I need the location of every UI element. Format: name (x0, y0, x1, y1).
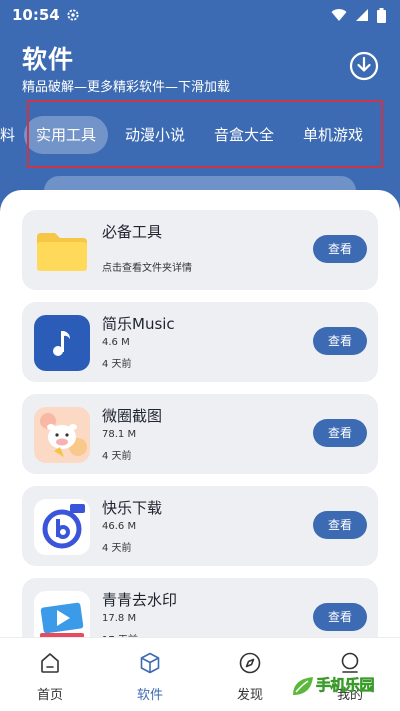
page-title: 软件 (22, 45, 75, 74)
app-update-time: 4 天前 (102, 543, 132, 554)
compass-icon (239, 652, 261, 674)
app-size: 78.1 M (102, 429, 137, 440)
app-row-happy-download[interactable]: 快乐下载 46.6 M 4 天前 查看 (22, 486, 378, 566)
view-button[interactable]: 查看 (313, 419, 367, 447)
nav-software[interactable]: 软件 (110, 638, 190, 711)
view-button[interactable]: 查看 (313, 327, 367, 355)
download-button[interactable] (348, 50, 380, 82)
cube-icon (140, 652, 160, 674)
nav-home[interactable]: 首页 (10, 638, 90, 711)
tab-partial[interactable]: 料 (0, 116, 15, 154)
app-list-card: 必备工具 点击查看文件夹详情 查看 简乐Music 4.6 M 4 天前 查看 (0, 190, 400, 711)
header: 软件 精品破解—更多精彩软件—下滑加载 (0, 34, 400, 104)
app-size: 4.6 M (102, 337, 130, 348)
view-button[interactable]: 查看 (313, 511, 367, 539)
status-bar: 10:54 (0, 0, 400, 30)
nav-discover[interactable]: 发现 (210, 638, 290, 711)
watermark-text: 手机乐园 (316, 676, 375, 695)
app-update-time: 4 天前 (102, 451, 132, 462)
signal-icon (356, 9, 368, 21)
settings-icon (67, 9, 79, 21)
wifi-icon (331, 9, 347, 21)
app-name: 必备工具 (102, 223, 163, 241)
cartoon-cow-icon (34, 407, 90, 463)
app-size: 46.6 M (102, 521, 137, 532)
tab-music-box[interactable]: 音盒大全 (214, 116, 274, 154)
leaf-logo-icon (293, 677, 313, 695)
category-tabs: 料 实用工具 动漫小说 音盒大全 单机游戏 (0, 112, 400, 160)
app-row-weiquan-screenshot[interactable]: 微圈截图 78.1 M 4 天前 查看 (22, 394, 378, 474)
app-size: 17.8 M (102, 613, 137, 624)
download-circle-icon (349, 51, 379, 81)
app-name: 微圈截图 (102, 407, 163, 425)
tab-offline-games[interactable]: 单机游戏 (303, 116, 363, 154)
app-row-essential-tools[interactable]: 必备工具 点击查看文件夹详情 查看 (22, 210, 378, 290)
app-name: 青青去水印 (102, 591, 178, 609)
status-right (331, 7, 386, 23)
battery-icon (377, 7, 386, 23)
download-b-icon (34, 499, 90, 555)
app-description: 点击查看文件夹详情 (102, 263, 192, 274)
tab-anime-novels[interactable]: 动漫小说 (125, 116, 185, 154)
page-subtitle: 精品破解—更多精彩软件—下滑加载 (22, 80, 231, 95)
folder-icon (34, 223, 90, 279)
app-name: 简乐Music (102, 315, 175, 333)
site-watermark: 手机乐园 (290, 668, 394, 704)
status-time: 10:54 (12, 6, 60, 24)
app-update-time: 4 天前 (102, 359, 132, 370)
view-button[interactable]: 查看 (313, 235, 367, 263)
music-note-icon (34, 315, 90, 371)
nav-label: 首页 (36, 688, 63, 703)
home-icon (41, 653, 59, 673)
nav-label: 软件 (136, 688, 163, 703)
tab-practical-tools[interactable]: 实用工具 (24, 116, 109, 154)
view-button[interactable]: 查看 (313, 603, 367, 631)
app-row-jianle-music[interactable]: 简乐Music 4.6 M 4 天前 查看 (22, 302, 378, 382)
app-name: 快乐下载 (102, 499, 163, 517)
status-left: 10:54 (12, 6, 80, 24)
nav-label: 发现 (236, 688, 263, 703)
